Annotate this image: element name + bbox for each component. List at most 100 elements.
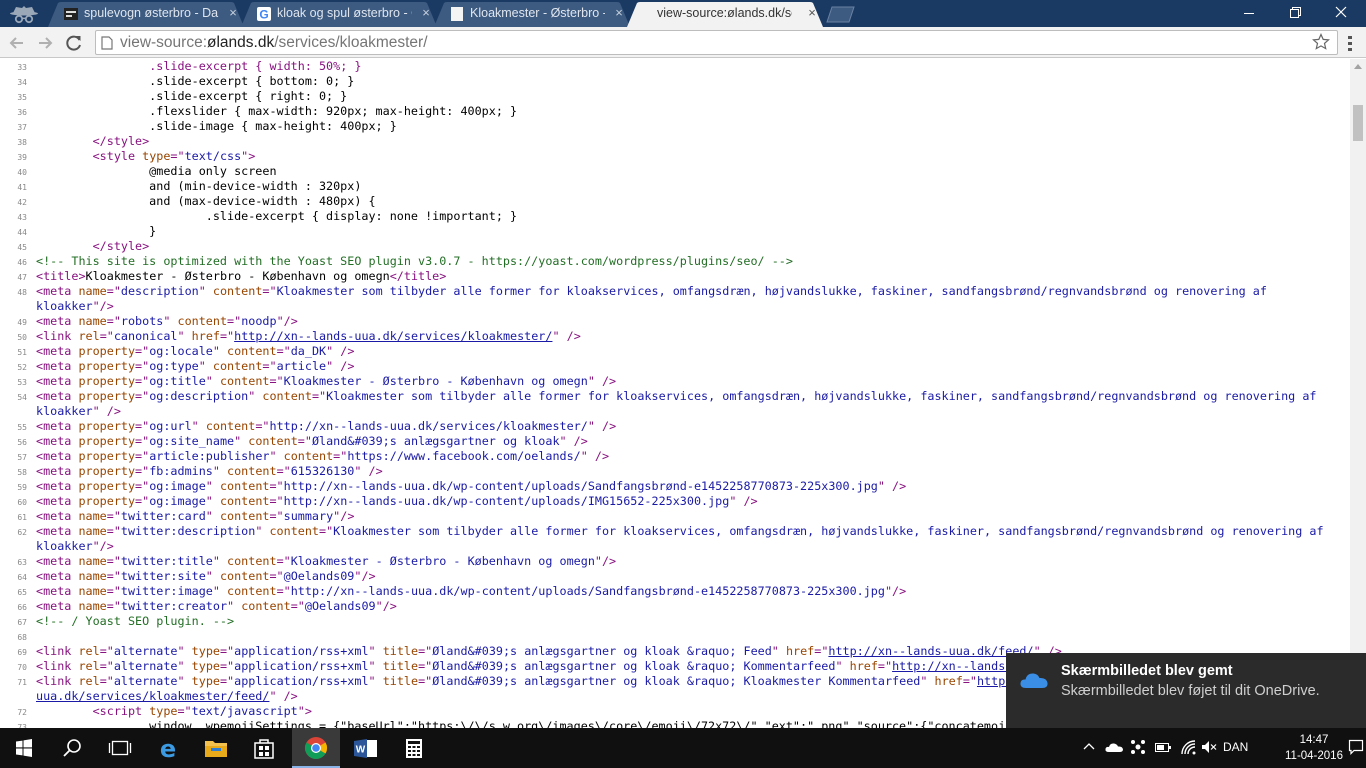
line-code: .slide-excerpt { right: 0; } (36, 89, 348, 103)
tab-kloakmester[interactable]: Kloakmester - Østerbro - K × (434, 2, 634, 27)
tab-close-button[interactable]: × (612, 5, 626, 20)
source-line: 66 <meta name="twitter:creator" content="… (0, 599, 1324, 614)
onedrive-tray-icon[interactable] (1104, 740, 1124, 754)
line-code: <meta property="og:title" content="Kloak… (36, 374, 617, 388)
word-button[interactable]: W (341, 728, 389, 768)
system-clock[interactable]: 14:47 11-04-2016 (1280, 732, 1348, 764)
store-button[interactable] (240, 728, 288, 768)
start-button[interactable] (0, 728, 48, 768)
url-host: ølands.dk (207, 34, 275, 51)
line-number: 44 (17, 228, 27, 237)
line-number: 73 (17, 723, 27, 728)
tab-spulevogn[interactable]: spulevogn østerbro - Dan × (48, 2, 248, 27)
source-line: 62 <meta name="twitter:description" conte… (0, 524, 1324, 539)
source-line: 44 } (0, 224, 1324, 239)
onedrive-notification[interactable]: Skærmbilledet blev gemt Skærmbilledet bl… (1006, 653, 1366, 728)
network-share-tray-icon[interactable] (1130, 739, 1146, 755)
source-line: 51 <meta property="og:locale" content="da… (0, 344, 1324, 359)
store-icon (254, 739, 274, 759)
line-number: 52 (17, 363, 27, 372)
line-number: 69 (17, 648, 27, 657)
line-code: <meta name="description" content="Kloakm… (36, 284, 1267, 298)
tab-close-button[interactable]: × (419, 5, 433, 20)
vertical-scrollbar[interactable] (1350, 59, 1366, 728)
minimize-button[interactable] (1226, 0, 1272, 26)
line-code: and (min-device-width : 320px) (36, 179, 362, 193)
browser-toolbar: view-source:ølands.dk/services/kloakmest… (0, 27, 1366, 58)
line-code: <meta property="og:description" content=… (36, 389, 1317, 403)
line-code: <link rel="canonical" href="http://xn--l… (36, 329, 581, 343)
page-icon (101, 36, 113, 50)
maximize-button[interactable] (1272, 0, 1318, 26)
volume-muted-icon[interactable] (1201, 740, 1217, 754)
source-line: 63 <meta name="twitter:title" content="Kl… (0, 554, 1324, 569)
tab-title: view-source:ølands.dk/ser (657, 6, 792, 20)
line-code: <!-- This site is optimized with the Yoa… (36, 254, 793, 268)
source-line: 53 <meta property="og:title" content="Klo… (0, 374, 1324, 389)
line-code: .slide-excerpt { width: 50%; } (149, 59, 362, 73)
source-line: 55 <meta property="og:url" content="http:… (0, 419, 1324, 434)
scroll-up-icon[interactable] (1354, 64, 1362, 69)
source-line: kloakker"/> (0, 299, 1324, 314)
source-line: kloakker"/> (0, 539, 1324, 554)
edge-button[interactable]: e (144, 728, 192, 768)
action-center-icon[interactable] (1348, 738, 1364, 756)
source-line: 65 <meta name="twitter:image" content="ht… (0, 584, 1324, 599)
file-explorer-button[interactable] (192, 728, 240, 768)
line-number (0, 539, 32, 554)
line-number: 59 (17, 483, 27, 492)
search-button[interactable] (48, 728, 96, 768)
line-number: 42 (17, 198, 27, 207)
line-number: 56 (17, 438, 27, 447)
source-line: 47 <title>Kloakmester - Østerbro - Københ… (0, 269, 1324, 284)
chrome-menu-icon[interactable] (1344, 34, 1356, 52)
line-code: <meta name="twitter:creator" content="@O… (36, 599, 397, 613)
chrome-icon (305, 737, 327, 759)
search-icon (63, 739, 81, 757)
line-code: <meta name="twitter:description" content… (36, 524, 1324, 538)
line-number: 33 (17, 63, 27, 72)
toast-body: Skærmbilledet blev føjet til dit OneDriv… (1061, 683, 1320, 699)
line-code: .slide-excerpt { display: none !importan… (36, 209, 518, 223)
source-line: 60 <meta property="og:image" content="htt… (0, 494, 1324, 509)
line-code: <meta name="robots" content="noodp"/> (36, 314, 298, 328)
source-line: 42 and (max-device-width : 480px) { (0, 194, 1324, 209)
line-code: .flexslider { max-width: 920px; max-heig… (36, 104, 518, 118)
tab-title: spulevogn østerbro - Dan (84, 6, 219, 20)
source-line: 56 <meta property="og:site_name" content=… (0, 434, 1324, 449)
back-button[interactable] (6, 32, 28, 54)
tab-view-source[interactable]: view-source:ølands.dk/ser × (627, 2, 827, 27)
reload-button[interactable] (63, 32, 85, 54)
onedrive-cloud-icon (1020, 673, 1048, 688)
address-bar[interactable]: view-source:ølands.dk/services/kloakmest… (95, 30, 1338, 55)
forward-button[interactable] (34, 32, 56, 54)
tray-chevron-icon[interactable] (1083, 742, 1095, 750)
taskbar: e W DAN 14:47 11-04-2016 (0, 728, 1366, 768)
toast-title: Skærmbilledet blev gemt (1061, 663, 1233, 679)
wifi-icon[interactable] (1180, 739, 1196, 755)
chrome-button[interactable] (292, 728, 340, 768)
line-code: <meta property="og:locale" content="da_D… (36, 344, 355, 358)
battery-icon[interactable] (1155, 741, 1171, 753)
scrollbar-thumb[interactable] (1353, 105, 1363, 141)
tab-strip: spulevogn østerbro - Dan × G kloak og sp… (0, 0, 1366, 27)
bookmark-star-icon[interactable] (1312, 33, 1330, 51)
source-line: 41 and (min-device-width : 320px) (0, 179, 1324, 194)
source-line: 33 .slide-excerpt { width: 50%; } (0, 59, 1324, 74)
source-line: 68 (0, 629, 1324, 644)
line-number: 70 (17, 663, 27, 672)
language-indicator[interactable]: DAN (1223, 740, 1248, 754)
tab-close-button[interactable]: × (805, 5, 819, 20)
tab-google-search[interactable]: G kloak og spul østerbro - G × (241, 2, 441, 27)
line-number: 71 (17, 678, 27, 687)
tab-title: Kloakmester - Østerbro - K (470, 6, 605, 20)
line-number: 36 (17, 108, 27, 117)
tab-close-button[interactable]: × (226, 5, 240, 20)
calculator-button[interactable] (390, 728, 438, 768)
close-window-button[interactable] (1318, 0, 1364, 26)
clock-date: 11-04-2016 (1285, 750, 1343, 762)
new-tab-button[interactable] (826, 6, 856, 23)
line-number: 68 (17, 633, 27, 642)
source-line: 59 <meta property="og:image" content="htt… (0, 479, 1324, 494)
task-view-button[interactable] (96, 728, 144, 768)
